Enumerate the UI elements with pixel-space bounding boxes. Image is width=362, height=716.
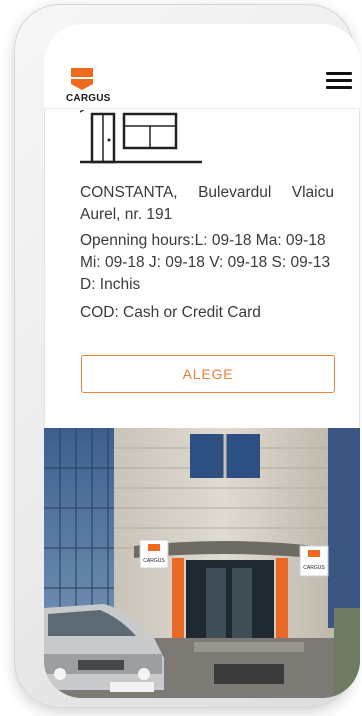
- phone-frame: CARGUS CONSTANTA, Bulevardul Vlaicu Aure…: [14, 4, 360, 708]
- logo-text: CARGUS: [66, 93, 111, 104]
- site-header: CARGUS: [44, 24, 360, 109]
- select-location-button[interactable]: ALEGE: [81, 355, 335, 393]
- payment-methods: COD: Cash or Credit Card: [80, 304, 261, 321]
- sign-right-text: CARGUS: [303, 565, 325, 571]
- store-address: CONSTANTA, Bulevardul Vlaicu Aurel, nr. …: [80, 184, 334, 223]
- hamburger-menu-icon[interactable]: [326, 72, 352, 90]
- cargus-logo[interactable]: CARGUS: [66, 68, 110, 106]
- cargus-logo-icon: [71, 68, 93, 90]
- store-front-icon: [80, 110, 202, 164]
- storefront-photo: CARGUS CARGUS: [44, 428, 360, 698]
- opening-hours: Openning hours:L: 09-18 Ma: 09-18 Mi: 09…: [80, 232, 331, 293]
- phone-screen: CARGUS CONSTANTA, Bulevardul Vlaicu Aure…: [44, 24, 360, 698]
- sign-left-text: CARGUS: [143, 558, 165, 564]
